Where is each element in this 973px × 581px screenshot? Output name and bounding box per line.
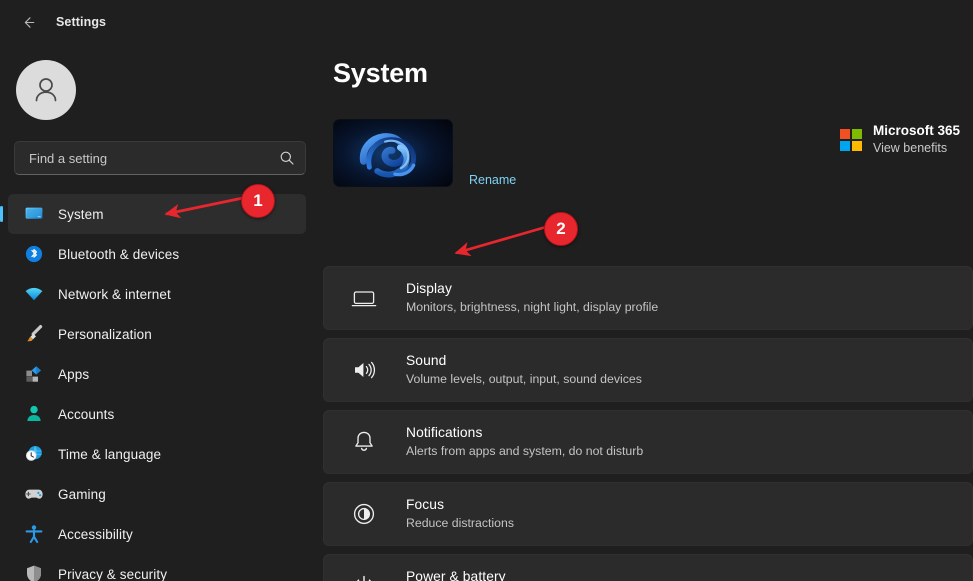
card-subtitle: Reduce distractions <box>406 515 514 532</box>
card-title: Notifications <box>406 424 643 441</box>
accessibility-icon <box>24 524 44 544</box>
person-icon <box>24 404 44 424</box>
bell-icon <box>351 429 377 455</box>
power-icon <box>351 573 377 581</box>
sidebar-item-gaming[interactable]: Gaming <box>8 474 306 514</box>
search-icon[interactable] <box>279 150 295 166</box>
avatar-circle <box>16 60 76 120</box>
sidebar-item-network-internet[interactable]: Network & internet <box>8 274 306 314</box>
sidebar-item-label: Apps <box>58 367 89 382</box>
page-title: System <box>333 58 428 89</box>
window-title: Settings <box>56 15 106 29</box>
speaker-icon <box>351 357 377 383</box>
card-text: Power & battery Sleep, battery usage, ba… <box>406 568 597 581</box>
sidebar-item-accounts[interactable]: Accounts <box>8 394 306 434</box>
card-title: Sound <box>406 352 642 369</box>
card-text: Focus Reduce distractions <box>406 496 514 532</box>
sidebar-item-label: Time & language <box>58 447 161 462</box>
bluetooth-icon <box>24 244 44 264</box>
title-bar: Settings <box>0 0 973 44</box>
card-subtitle: Alerts from apps and system, do not dist… <box>406 443 643 460</box>
card-focus[interactable]: Focus Reduce distractions <box>323 482 973 546</box>
sidebar-item-label: System <box>58 207 104 222</box>
monitor-icon <box>24 204 44 224</box>
sidebar-item-privacy-security[interactable]: Privacy & security <box>8 554 306 581</box>
sidebar-item-label: Privacy & security <box>58 567 167 581</box>
card-display[interactable]: Display Monitors, brightness, night ligh… <box>323 266 973 330</box>
paintbrush-icon <box>24 324 44 344</box>
sidebar-item-label: Accounts <box>58 407 114 422</box>
shield-icon <box>24 564 44 581</box>
gamepad-icon <box>24 484 44 504</box>
microsoft-365-text: Microsoft 365 View benefits <box>873 122 960 157</box>
windows-bloom-wallpaper-icon <box>334 120 452 187</box>
avatar[interactable] <box>16 60 76 120</box>
card-subtitle: Volume levels, output, input, sound devi… <box>406 371 642 388</box>
rename-link[interactable]: Rename <box>469 173 516 187</box>
microsoft-logo-icon <box>840 129 862 151</box>
search-placeholder: Find a setting <box>29 152 279 165</box>
display-icon <box>351 285 377 311</box>
person-avatar-icon <box>29 73 63 107</box>
settings-card-list: Display Monitors, brightness, night ligh… <box>323 266 973 581</box>
back-arrow-icon <box>21 14 38 31</box>
microsoft-365-name: Microsoft 365 <box>873 122 960 140</box>
card-title: Focus <box>406 496 514 513</box>
sidebar-item-label: Accessibility <box>58 527 133 542</box>
card-title: Display <box>406 280 658 297</box>
back-button[interactable] <box>14 8 44 36</box>
view-benefits-link[interactable]: View benefits <box>873 140 960 157</box>
sidebar-item-label: Gaming <box>58 487 106 502</box>
sidebar-item-system[interactable]: System <box>8 194 306 234</box>
settings-window: Settings Find a setting <box>0 0 973 581</box>
sidebar-item-apps[interactable]: Apps <box>8 354 306 394</box>
sidebar-item-label: Bluetooth & devices <box>58 247 179 262</box>
focus-icon <box>351 501 377 527</box>
apps-icon <box>24 364 44 384</box>
card-power-battery[interactable]: Power & battery Sleep, battery usage, ba… <box>323 554 973 581</box>
card-subtitle: Monitors, brightness, night light, displ… <box>406 299 658 316</box>
main-content: System <box>320 44 973 581</box>
card-text: Sound Volume levels, output, input, soun… <box>406 352 642 388</box>
device-thumbnail <box>333 119 453 187</box>
sidebar: Find a setting System <box>0 44 320 581</box>
card-sound[interactable]: Sound Volume levels, output, input, soun… <box>323 338 973 402</box>
sidebar-item-label: Network & internet <box>58 287 171 302</box>
card-title: Power & battery <box>406 568 597 581</box>
sidebar-item-accessibility[interactable]: Accessibility <box>8 514 306 554</box>
sidebar-item-label: Personalization <box>58 327 152 342</box>
card-text: Display Monitors, brightness, night ligh… <box>406 280 658 316</box>
card-text: Notifications Alerts from apps and syste… <box>406 424 643 460</box>
sidebar-item-bluetooth-devices[interactable]: Bluetooth & devices <box>8 234 306 274</box>
microsoft-365-banner[interactable]: Microsoft 365 View benefits <box>840 122 960 157</box>
sidebar-item-time-language[interactable]: Time & language <box>8 434 306 474</box>
wifi-icon <box>24 284 44 304</box>
search-input[interactable]: Find a setting <box>14 141 306 175</box>
card-notifications[interactable]: Notifications Alerts from apps and syste… <box>323 410 973 474</box>
sidebar-item-personalization[interactable]: Personalization <box>8 314 306 354</box>
clock-globe-icon <box>24 444 44 464</box>
sidebar-nav: System Bluetooth & devices Network & <box>0 194 320 581</box>
